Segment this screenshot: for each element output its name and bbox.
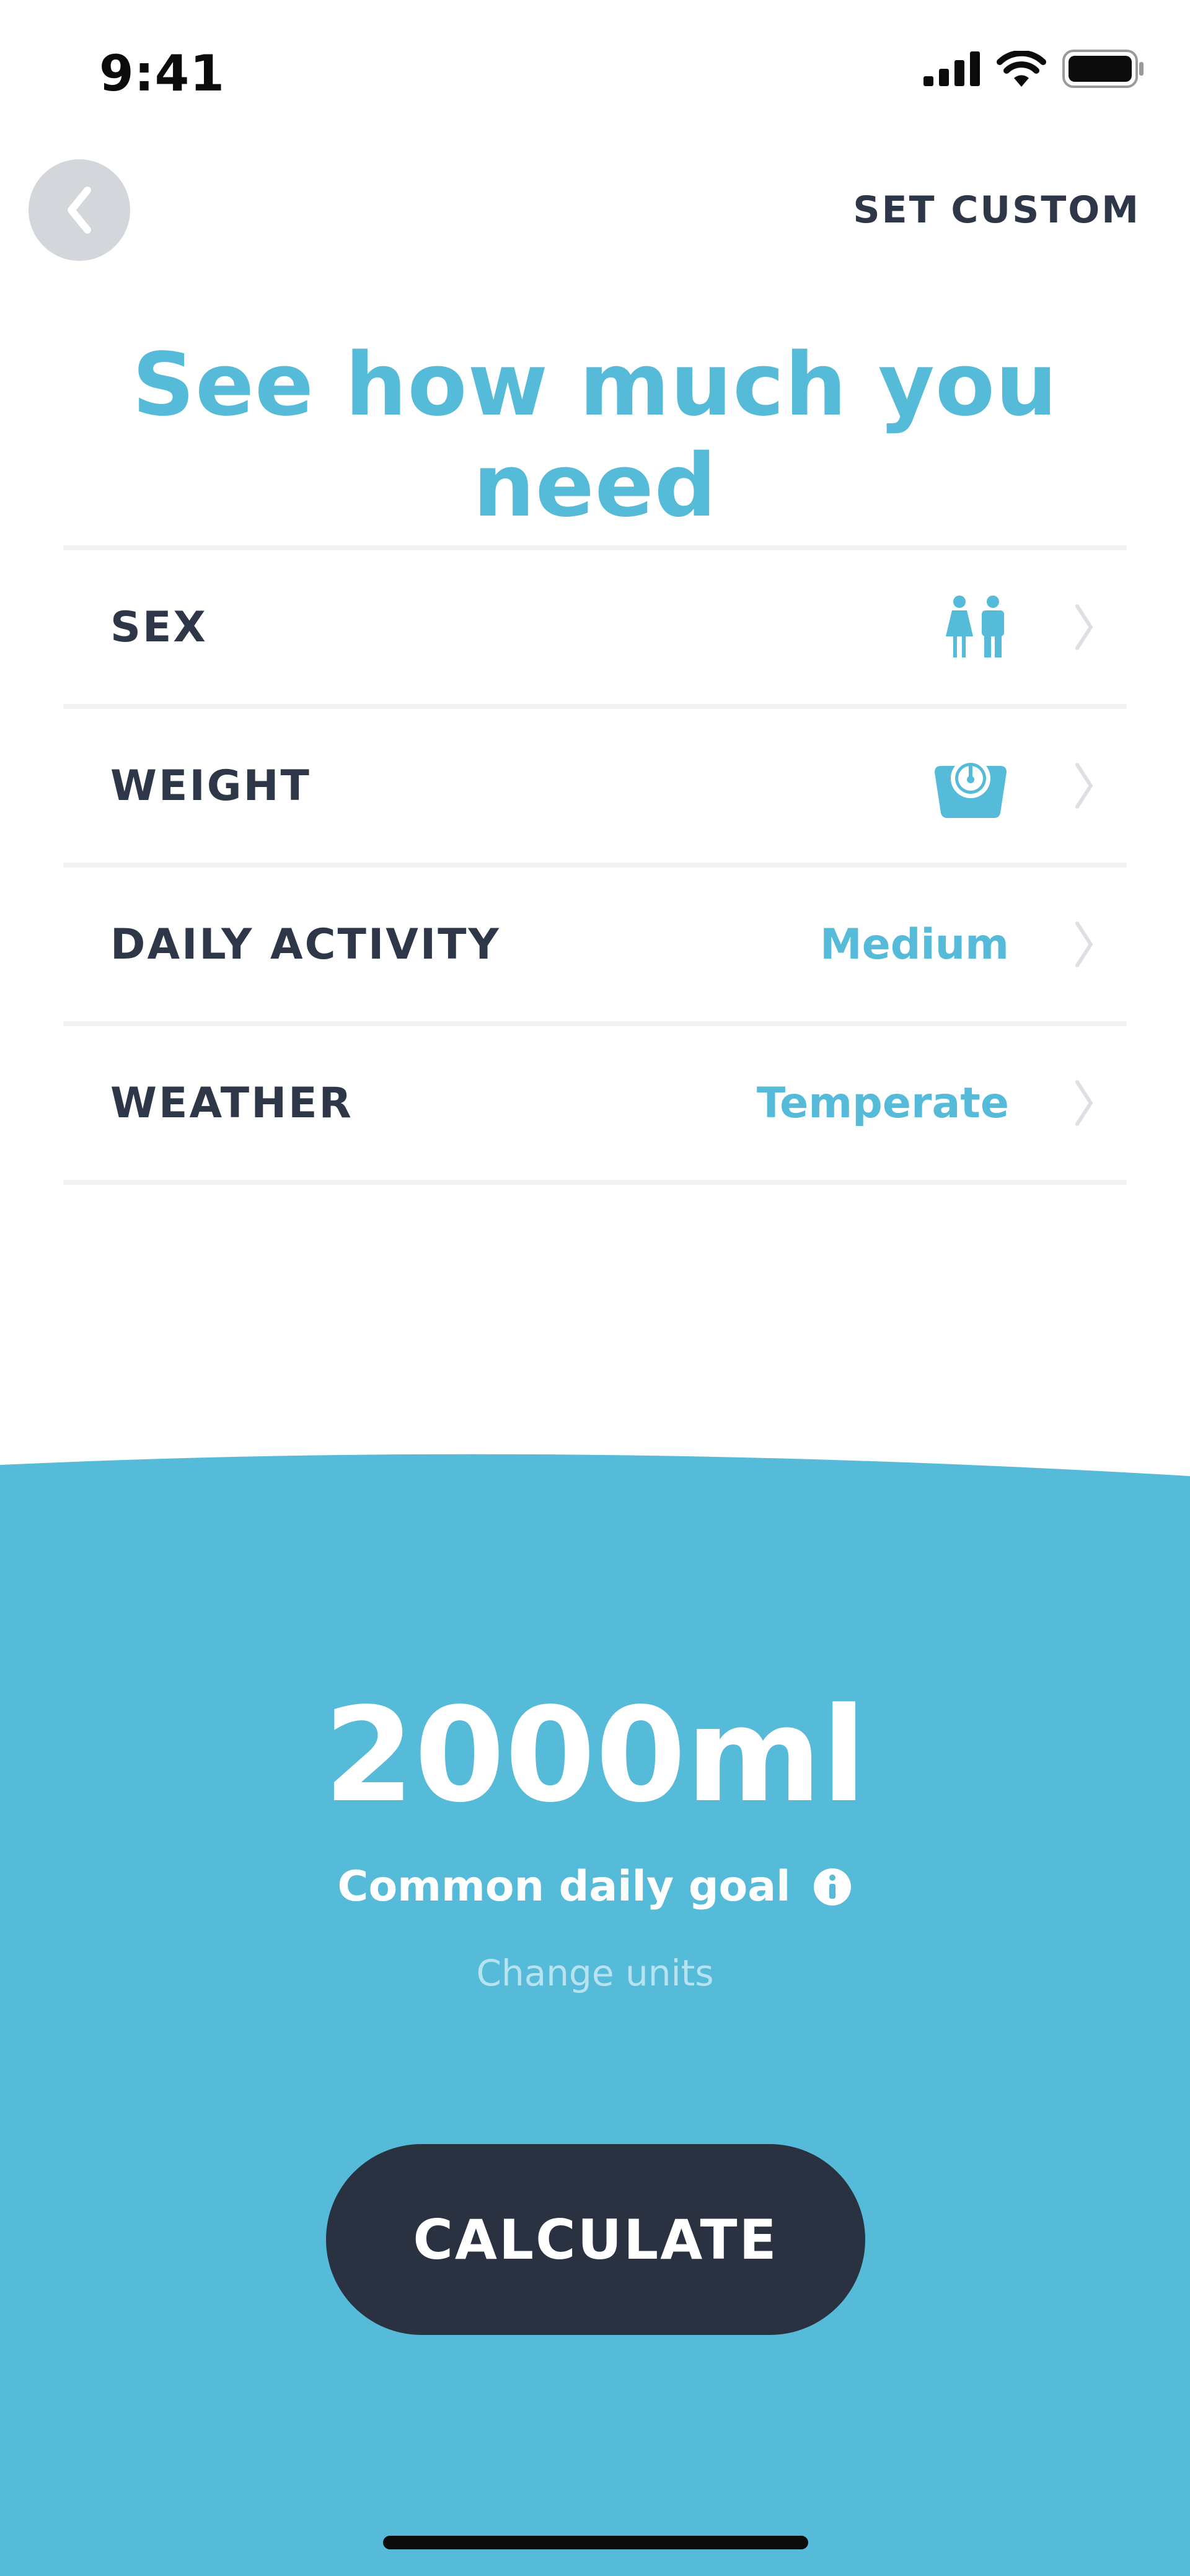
back-button[interactable] bbox=[29, 159, 130, 261]
battery-icon bbox=[1062, 50, 1144, 88]
weighing-scale-icon bbox=[932, 754, 1009, 818]
settings-row-sex[interactable]: SEX bbox=[63, 550, 1127, 709]
settings-row-label: DAILY ACTIVITY bbox=[110, 920, 501, 969]
chevron-right-icon bbox=[1073, 1078, 1095, 1128]
change-units-link[interactable]: Change units bbox=[0, 1952, 1190, 1994]
wifi-icon bbox=[997, 51, 1046, 87]
calculate-button[interactable]: CALCULATE bbox=[326, 2144, 865, 2335]
male-female-icon bbox=[943, 596, 1009, 659]
settings-row-label: WEIGHT bbox=[110, 761, 311, 811]
chevron-right-icon bbox=[1073, 920, 1095, 969]
home-indicator[interactable] bbox=[383, 2536, 808, 2549]
daily-goal-caption-text: Common daily goal bbox=[337, 1862, 791, 1911]
daily-goal-caption: Common daily goal bbox=[0, 1862, 1190, 1911]
settings-row-value: Temperate bbox=[756, 1078, 1009, 1128]
status-time: 9:41 bbox=[99, 45, 225, 102]
settings-row-label: SEX bbox=[110, 602, 208, 652]
chevron-left-icon bbox=[68, 187, 91, 234]
cellular-signal-icon bbox=[923, 51, 980, 86]
chevron-right-icon bbox=[1073, 761, 1095, 811]
settings-row-daily-activity[interactable]: DAILY ACTIVITY Medium bbox=[63, 868, 1127, 1026]
settings-row-value: Medium bbox=[819, 920, 1009, 969]
water-wave-panel bbox=[0, 1454, 1190, 2576]
info-icon[interactable] bbox=[813, 1867, 852, 1907]
settings-row-weather[interactable]: WEATHER Temperate bbox=[63, 1026, 1127, 1185]
chevron-right-icon bbox=[1073, 602, 1095, 652]
page-title: See how much you need bbox=[132, 335, 1058, 537]
status-icons bbox=[923, 50, 1144, 88]
set-custom-button[interactable]: SET CUSTOM bbox=[853, 188, 1140, 232]
settings-list: SEX WEIGHT DAILY ACTIVITY Medium WEATHER… bbox=[63, 545, 1127, 1185]
settings-row-label: WEATHER bbox=[110, 1078, 353, 1128]
settings-row-weight[interactable]: WEIGHT bbox=[63, 709, 1127, 868]
daily-goal-amount: 2000ml bbox=[324, 1679, 866, 1831]
